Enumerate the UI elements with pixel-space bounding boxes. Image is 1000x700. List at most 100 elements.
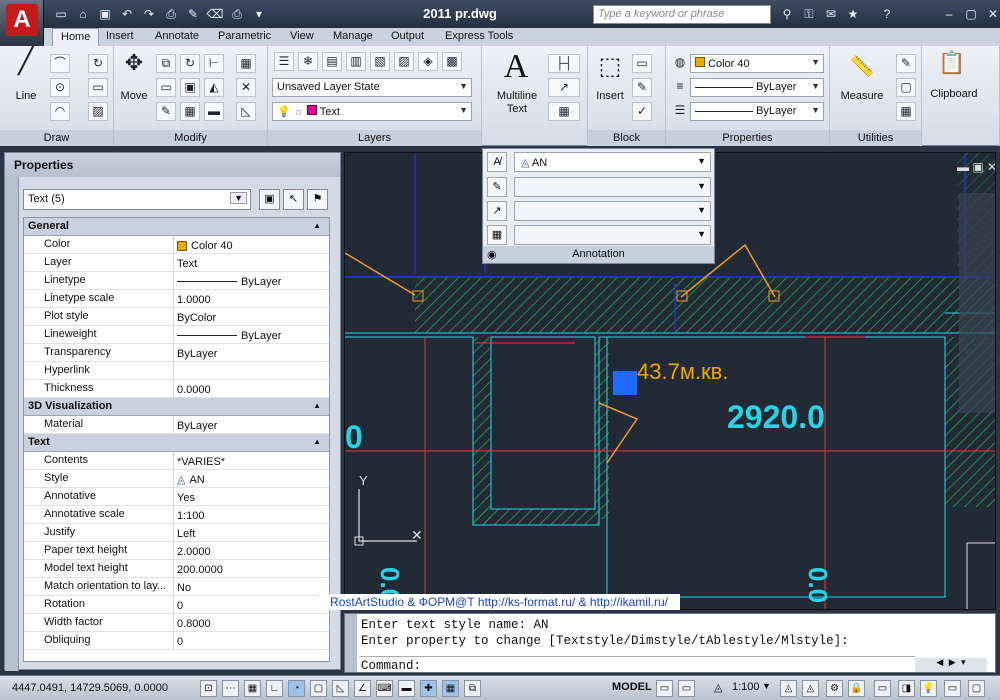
modify-panel-title[interactable]: Modify	[114, 130, 267, 146]
plot-icon[interactable]: ⎙	[162, 5, 180, 23]
isolate-light-icon[interactable]: 💡	[920, 680, 937, 697]
maximize-icon[interactable]: ▢	[962, 5, 980, 23]
property-row[interactable]: Justify Left	[24, 524, 329, 542]
close-icon[interactable]: ✕	[984, 5, 1000, 23]
explode-icon[interactable]: ✕	[236, 78, 256, 97]
annotation-scale-value[interactable]: 1:100	[732, 681, 760, 693]
clipboard-label[interactable]: Clipboard	[924, 88, 984, 100]
lineweight-toggle-icon[interactable]: ▬	[398, 680, 415, 697]
dynamic-ucs-icon[interactable]: ∠	[354, 680, 371, 697]
quick-select-icon[interactable]: ⚑	[307, 189, 328, 210]
match-properties-icon[interactable]: ◍	[670, 54, 690, 73]
layer-isolate-icon[interactable]: ▤	[322, 52, 342, 71]
property-row[interactable]: Width factor 0.8000	[24, 614, 329, 632]
layer-off-icon[interactable]: ◈	[418, 52, 438, 71]
communication-icon[interactable]: ✉	[822, 5, 840, 23]
grid-display-icon[interactable]: ▦	[244, 680, 261, 697]
property-row[interactable]: Lineweight ByLayer	[24, 326, 329, 344]
application-menu-button[interactable]: A	[0, 0, 44, 44]
viewport-window-controls[interactable]: ▬ ▣ ✕	[957, 160, 996, 174]
property-value-cell[interactable]: ByLayer	[174, 416, 329, 433]
subscription-icon[interactable]: ⚿	[800, 5, 818, 23]
search-input[interactable]: Type a keyword or phrase	[593, 5, 771, 24]
leader-icon[interactable]: ↗	[548, 78, 580, 97]
multileader-style-icon[interactable]: ↗	[487, 201, 507, 221]
property-row[interactable]: Transparency ByLayer	[24, 344, 329, 362]
property-row[interactable]: Match orientation to lay... No	[24, 578, 329, 596]
area-text[interactable]: 43.7м.кв.	[637, 359, 728, 385]
property-value-cell[interactable]: 0	[174, 596, 329, 613]
redo-icon[interactable]: ↷	[140, 5, 158, 23]
collapse-icon[interactable]: ▲	[313, 221, 321, 230]
object-snap-tracking-icon[interactable]: ◺	[332, 680, 349, 697]
calculator-icon[interactable]: ▦	[896, 102, 916, 121]
draw-panel-title[interactable]: Draw	[0, 130, 113, 146]
section-header[interactable]: 3D Visualization ▲	[24, 398, 329, 416]
linetype-combo[interactable]: ByLayer ▼	[690, 102, 824, 121]
minimize-icon[interactable]: –	[940, 5, 958, 23]
text-style-combo[interactable]: ◬ AN ▼	[514, 152, 711, 172]
property-row[interactable]: Contents *VARIES*	[24, 452, 329, 470]
layer-lock-icon[interactable]: ▨	[394, 52, 414, 71]
collapse-icon[interactable]: ▲	[313, 401, 321, 410]
selection-cycling-icon[interactable]: ⧉	[464, 680, 481, 697]
property-row[interactable]: Material ByLayer	[24, 416, 329, 434]
ortho-mode-icon[interactable]: ∟	[266, 680, 283, 697]
undo-icon[interactable]: ↶	[118, 5, 136, 23]
qat-dropdown-icon[interactable]: ▾	[250, 5, 268, 23]
layer-walk-icon[interactable]: ▩	[442, 52, 462, 71]
pin-icon[interactable]: ◉	[487, 247, 497, 264]
property-row[interactable]: Annotative Yes	[24, 488, 329, 506]
layer-match-icon[interactable]: ▥	[346, 52, 366, 71]
arc-icon[interactable]: ◠	[50, 102, 70, 121]
property-row[interactable]: Layer Text	[24, 254, 329, 272]
section-header[interactable]: Text ▲	[24, 434, 329, 452]
property-value-cell[interactable]: ByColor	[174, 308, 329, 325]
trim-icon[interactable]: ⊢	[204, 54, 224, 73]
dimension-text[interactable]: 2920.0	[727, 399, 825, 436]
property-value-cell[interactable]: Left	[174, 524, 329, 541]
tab-parametric[interactable]: Parametric	[210, 28, 279, 46]
layer-combo[interactable]: 💡 ☼ Text ▼	[272, 102, 472, 121]
quick-properties-icon[interactable]: ▦	[442, 680, 459, 697]
command-prompt[interactable]: Command:	[361, 659, 421, 673]
erase-brush-icon[interactable]: ✎	[156, 102, 176, 121]
save-icon[interactable]: ▣	[96, 5, 114, 23]
command-scroll-arrows[interactable]: ◀ ▶ ▾	[915, 658, 987, 672]
property-value-cell[interactable]: ByLayer	[174, 344, 329, 361]
clean-screen-icon[interactable]: ▢	[968, 680, 985, 697]
properties-panel-title[interactable]: Properties	[666, 130, 829, 146]
property-value-cell[interactable]: 1:100	[174, 506, 329, 523]
property-row[interactable]: Plot style ByColor	[24, 308, 329, 326]
array-icon[interactable]: ▦	[236, 54, 256, 73]
property-value-cell[interactable]: 0.8000	[174, 614, 329, 631]
lineweight-icon[interactable]: ≡	[670, 78, 690, 97]
tab-manage[interactable]: Manage	[325, 28, 381, 46]
property-row[interactable]: Annotative scale 1:100	[24, 506, 329, 524]
new-icon[interactable]: ▭	[52, 5, 70, 23]
edit-attributes-icon[interactable]: ✓	[632, 102, 652, 121]
match-properties-icon[interactable]: ✎	[184, 5, 202, 23]
property-row[interactable]: Hyperlink	[24, 362, 329, 380]
layer-properties-icon[interactable]: ☰	[274, 52, 294, 71]
infer-constraints-icon[interactable]: ⊡	[200, 680, 217, 697]
palette-side-bar[interactable]	[5, 177, 19, 671]
bottom-dimension-text-2[interactable]: 0.0	[802, 567, 833, 603]
property-value-cell[interactable]: 0.0000	[174, 380, 329, 397]
property-row[interactable]: Linetype scale 1.0000	[24, 290, 329, 308]
polyline-icon[interactable]: ⌒	[50, 54, 70, 73]
workspace-switching-icon[interactable]: ⚙	[826, 680, 843, 697]
tab-home[interactable]: Home	[52, 28, 100, 46]
tab-express-tools[interactable]: Express Tools	[437, 28, 521, 46]
edit-block-icon[interactable]: ✎	[632, 78, 652, 97]
paste-icon[interactable]: 📋	[936, 50, 968, 76]
fillet-icon[interactable]: ↻	[88, 54, 108, 73]
toggle-pickadd-icon[interactable]: ▣	[259, 189, 280, 210]
stretch-icon[interactable]: ▭	[156, 78, 176, 97]
isolate-objects-icon[interactable]: ◨	[898, 680, 915, 697]
tab-insert[interactable]: Insert	[98, 28, 142, 46]
dimension-style-combo[interactable]: ▼	[514, 177, 711, 197]
property-row[interactable]: Thickness 0.0000	[24, 380, 329, 398]
annotation-visibility-icon[interactable]: ◬	[780, 680, 797, 697]
tab-view[interactable]: View	[282, 28, 322, 46]
